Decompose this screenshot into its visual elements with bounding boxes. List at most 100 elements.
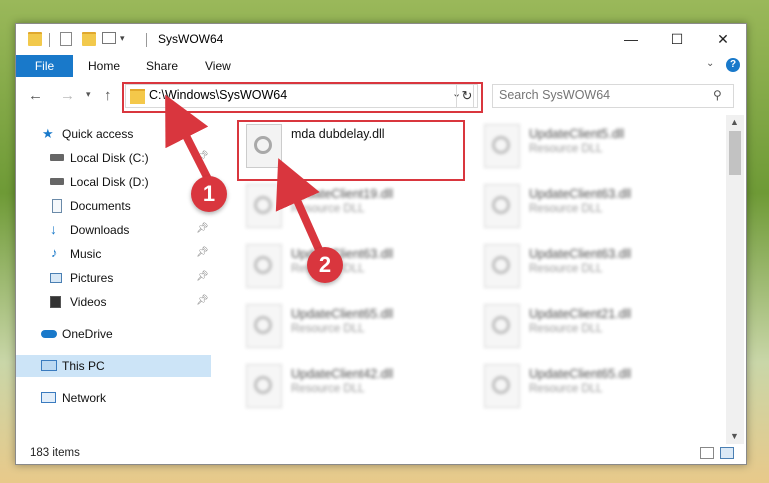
folder-icon (28, 32, 42, 46)
file-name: UpdateClient21.dll (529, 307, 632, 321)
sidebar-item-label: Local Disk (D:) (70, 175, 149, 189)
gear-icon (254, 376, 272, 394)
gear-icon (492, 196, 510, 214)
search-input[interactable] (499, 88, 699, 102)
vertical-scrollbar[interactable]: ▲ ▼ (726, 115, 744, 445)
pin-icon[interactable]: 📌︎ (196, 223, 209, 234)
dll-file-icon (484, 304, 520, 348)
sidebar-item-label: Pictures (70, 271, 114, 285)
file-name: UpdateClient65.dll (291, 307, 394, 321)
file-item[interactable]: UpdateClient19.dll Resource DLL (241, 179, 471, 237)
file-item[interactable]: UpdateClient5.dll Resource DLL (479, 119, 709, 177)
file-name: UpdateClient5.dll (529, 127, 625, 141)
file-name: UpdateClient63.dll (529, 247, 632, 261)
cloud-icon (41, 330, 57, 338)
tab-share[interactable]: Share (146, 55, 178, 77)
sidebar-item-pictures[interactable]: Pictures 📌︎ (16, 267, 211, 289)
chevron-down-icon[interactable]: ▾ (120, 33, 125, 49)
scroll-down-icon[interactable]: ▼ (730, 431, 739, 441)
dll-file-icon (484, 124, 520, 168)
search-box[interactable]: ⚲ (492, 84, 734, 108)
pin-icon[interactable]: 📌︎ (196, 151, 209, 162)
file-item[interactable]: UpdateClient42.dll Resource DLL (241, 359, 471, 417)
tab-home[interactable]: Home (88, 55, 120, 77)
gear-icon (492, 256, 510, 274)
search-icon[interactable]: ⚲ (713, 88, 722, 102)
minimize-button[interactable]: — (608, 24, 654, 55)
navigation-pane: ★ Quick access Local Disk (C:) 📌︎ Local … (16, 115, 212, 445)
pictures-icon (50, 273, 62, 283)
sidebar-item-local-disk-d[interactable]: Local Disk (D:) (16, 171, 211, 193)
customize-icon[interactable] (102, 32, 116, 44)
sidebar-item-label: Music (70, 247, 102, 261)
sidebar-item-local-disk-c[interactable]: Local Disk (C:) 📌︎ (16, 147, 211, 169)
file-type: Resource DLL (529, 383, 603, 395)
star-icon: ★ (42, 126, 54, 141)
sidebar-item-this-pc[interactable]: This PC (16, 355, 211, 377)
scroll-up-icon[interactable]: ▲ (730, 117, 739, 127)
dll-file-icon (484, 364, 520, 408)
scrollbar-thumb[interactable] (729, 131, 741, 175)
file-name: UpdateClient19.dll (291, 187, 394, 201)
sidebar-item-onedrive[interactable]: OneDrive (16, 323, 211, 345)
network-icon (41, 392, 56, 403)
details-view-icon[interactable] (700, 447, 714, 459)
callout-badge-1: 1 (191, 176, 227, 212)
file-item[interactable]: UpdateClient63.dll Resource DLL (479, 179, 709, 237)
file-type: Resource DLL (529, 203, 603, 215)
sidebar-item-label: Quick access (62, 127, 134, 141)
recent-locations-chevron-icon[interactable]: ▾ (86, 89, 91, 100)
new-folder-icon[interactable] (82, 32, 96, 46)
dll-file-icon (246, 364, 282, 408)
sidebar-item-documents[interactable]: Documents (16, 195, 211, 217)
tab-view[interactable]: View (205, 55, 231, 77)
file-type: Resource DLL (529, 143, 603, 155)
large-icons-view-icon[interactable] (720, 447, 734, 459)
sidebar-item-label: Downloads (70, 223, 130, 237)
file-item[interactable]: UpdateClient65.dll Resource DLL (241, 299, 471, 357)
tab-file[interactable]: File (16, 55, 73, 77)
close-button[interactable]: ✕ (700, 24, 746, 55)
file-name: UpdateClient65.dll (529, 367, 632, 381)
sidebar-item-music[interactable]: ♪ Music 📌︎ (16, 243, 211, 265)
item-count: 183 items (30, 447, 80, 459)
file-item[interactable]: UpdateClient63.dll Resource DLL (479, 239, 709, 297)
sidebar-item-videos[interactable]: Videos 📌︎ (16, 291, 211, 313)
pin-icon[interactable]: 📌︎ (196, 271, 209, 282)
address-highlight-box (122, 82, 483, 113)
window-title: SysWOW64 (158, 32, 224, 46)
pin-icon[interactable]: 📌︎ (196, 247, 209, 258)
drive-icon (50, 178, 64, 185)
forward-arrow-icon[interactable]: → (60, 87, 75, 104)
drive-icon (50, 154, 64, 161)
file-name: UpdateClient63.dll (529, 187, 632, 201)
pin-icon[interactable]: 📌︎ (196, 295, 209, 306)
back-arrow-icon[interactable]: ← (28, 87, 43, 104)
up-arrow-icon[interactable]: ↑ (104, 87, 112, 104)
sidebar-item-label: OneDrive (62, 327, 113, 341)
sidebar-item-label: Local Disk (C:) (70, 151, 149, 165)
sidebar-item-label: Network (62, 391, 107, 405)
file-item[interactable]: UpdateClient65.dll Resource DLL (479, 359, 709, 417)
callout-badge-2: 2 (307, 247, 343, 283)
computer-icon (41, 360, 57, 371)
gear-icon (492, 136, 510, 154)
sidebar-item-quick-access[interactable]: ★ Quick access (16, 123, 211, 145)
gear-icon (254, 316, 272, 334)
gear-icon (492, 376, 510, 394)
file-item[interactable]: UpdateClient21.dll Resource DLL (479, 299, 709, 357)
dll-file-icon (246, 244, 282, 288)
sidebar-item-network[interactable]: Network (16, 387, 211, 409)
file-type: Resource DLL (529, 323, 603, 335)
dll-file-icon (246, 304, 282, 348)
ribbon-tabs: File Home Share View ⌄ ? (16, 55, 746, 78)
properties-icon[interactable] (60, 32, 72, 46)
sidebar-item-downloads[interactable]: ↓ Downloads 📌︎ (16, 219, 211, 241)
sidebar-item-label: Videos (70, 295, 107, 309)
status-bar: 183 items (16, 444, 746, 464)
expand-ribbon-icon[interactable]: ⌄ (706, 58, 714, 69)
file-item[interactable]: UpdateClient63.dll Resource DLL (241, 239, 471, 297)
videos-icon (50, 296, 61, 308)
maximize-button[interactable]: ☐ (654, 24, 700, 55)
help-icon[interactable]: ? (726, 58, 740, 72)
